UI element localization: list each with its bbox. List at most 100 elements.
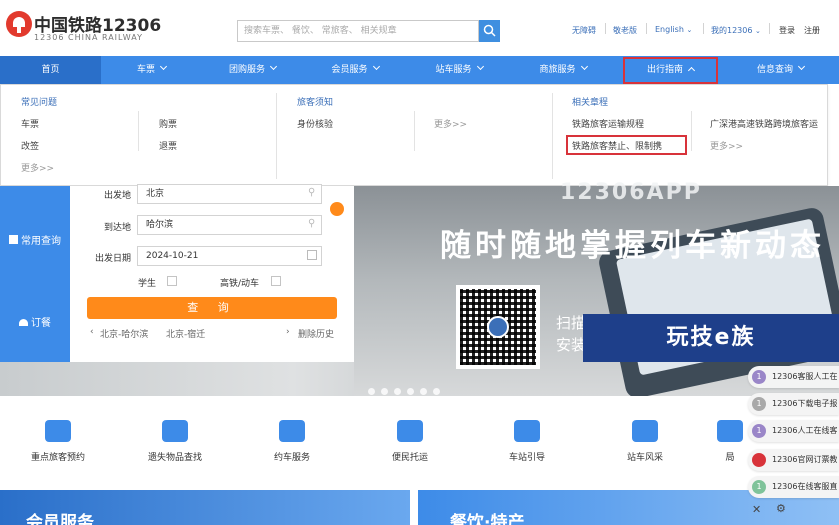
building-icon xyxy=(632,420,658,442)
language-select[interactable]: English ⌄ xyxy=(655,25,692,34)
notification-text: 12306人工在线客 xyxy=(772,426,837,435)
dropdown-item[interactable]: 铁路旅客运输规程 xyxy=(572,117,644,130)
chevron-down-icon xyxy=(580,62,588,71)
nav-item-station[interactable]: 站车服务 xyxy=(407,56,511,84)
nav-item-label: 会员服务 xyxy=(331,65,368,75)
from-label: 出发地 xyxy=(103,191,131,201)
sidebar-item-common-query[interactable]: 常用查询 xyxy=(0,232,70,247)
notification-item[interactable]: 1 12306下载电子报 xyxy=(748,393,839,415)
nav-item-member[interactable]: 会员服务 xyxy=(303,56,407,84)
divider xyxy=(691,111,692,151)
close-icon[interactable]: ✕ xyxy=(752,503,761,516)
nav-item-label: 站车服务 xyxy=(435,65,472,75)
sidebar-item-label: 订餐 xyxy=(31,318,51,329)
divider xyxy=(605,23,606,34)
to-station-value: 哈尔滨 xyxy=(146,220,174,230)
query-button[interactable]: 查 询 xyxy=(87,297,337,319)
to-station-input[interactable]: 哈尔滨 xyxy=(137,215,322,235)
notification-item[interactable]: 1 12306客服人工在 xyxy=(748,366,839,388)
nav-item-tickets[interactable]: 车票 xyxy=(101,56,202,84)
notification-item[interactable]: 1 12306在线客服直 xyxy=(748,476,839,498)
history-item[interactable]: 北京-哈尔滨 xyxy=(100,327,148,340)
from-station-input[interactable]: 北京 xyxy=(137,184,322,204)
calendar-icon[interactable] xyxy=(307,250,317,260)
chevron-right-icon[interactable]: › xyxy=(286,327,290,337)
nav-item-group[interactable]: 团购服务 xyxy=(202,56,303,84)
dropdown-more-link[interactable]: 更多>> xyxy=(434,117,467,130)
service-label: 站车风采 xyxy=(626,453,663,463)
notification-item[interactable]: 1 12306人工在线客 xyxy=(748,420,839,442)
my-12306-label: 我的12306 xyxy=(711,26,753,35)
banner-app-title: 12306APP xyxy=(560,180,702,205)
dropdown-more-link[interactable]: 更多>> xyxy=(710,139,743,152)
gear-icon[interactable]: ⚙ xyxy=(776,502,786,515)
carousel-dot[interactable] xyxy=(420,388,427,395)
to-label: 到达地 xyxy=(103,223,131,233)
service-label: 便民托运 xyxy=(391,453,428,463)
service-shipping[interactable]: 便民托运 xyxy=(365,420,455,463)
location-pin-icon: ⚲ xyxy=(308,218,316,229)
nav-item-home[interactable]: 首页 xyxy=(0,56,101,84)
dropdown-item[interactable]: 购票 xyxy=(159,117,177,130)
banner-slogan: 随时随地掌握列车新动态 xyxy=(440,228,825,264)
record-icon xyxy=(752,453,766,467)
carousel-dot[interactable] xyxy=(368,388,375,395)
divider xyxy=(138,111,139,151)
divider xyxy=(414,111,415,151)
swap-stations-icon[interactable] xyxy=(330,202,344,216)
banner-install-text: 安装 xyxy=(556,336,587,354)
sidebar-item-label: 常用查询 xyxy=(21,236,61,247)
chevron-down-icon xyxy=(269,62,278,71)
highspeed-checkbox[interactable] xyxy=(271,276,281,286)
calendar-icon xyxy=(9,235,18,244)
car-icon xyxy=(279,420,305,442)
divider xyxy=(769,23,770,34)
search-button[interactable] xyxy=(479,20,500,42)
notification-text: 12306官网订票教 xyxy=(772,455,837,464)
service-station-guide[interactable]: 车站引导 xyxy=(482,420,572,463)
card-title: 会员服务 xyxy=(26,513,94,525)
nav-item-label: 商旅服务 xyxy=(539,65,576,75)
chevron-down-icon xyxy=(159,62,168,71)
search-input[interactable]: 搜索车票、 餐饮、 常旅客、 相关规章 xyxy=(237,20,479,42)
from-station-value: 北京 xyxy=(146,189,165,199)
dropdown-more-link[interactable]: 更多>> xyxy=(21,161,54,174)
dropdown-item[interactable]: 身份核验 xyxy=(297,117,333,130)
notification-badge: 1 xyxy=(752,424,766,438)
departure-date-input[interactable]: 2024-10-21 xyxy=(137,246,322,266)
service-car-booking[interactable]: 约车服务 xyxy=(247,420,337,463)
notification-item[interactable]: 12306官网订票教 xyxy=(748,449,839,471)
elder-mode-link[interactable]: 敬老版 xyxy=(613,25,637,36)
carousel-dot[interactable] xyxy=(433,388,440,395)
railway-logo-icon[interactable] xyxy=(6,11,32,37)
qr-logo-icon xyxy=(487,316,509,338)
meal-icon xyxy=(19,319,28,326)
dropdown-item[interactable]: 改签 xyxy=(21,139,39,152)
carousel-dot[interactable] xyxy=(407,388,414,395)
history-item[interactable]: 北京-宿迁 xyxy=(166,327,205,340)
accessibility-link[interactable]: 无障碍 xyxy=(572,25,596,36)
service-station-style[interactable]: 站车风采 xyxy=(600,420,690,463)
service-key-passenger[interactable]: 重点旅客预约 xyxy=(13,420,103,463)
sidebar-item-meal[interactable]: 订餐 xyxy=(0,314,70,329)
student-label: 学生 xyxy=(138,279,157,289)
chevron-left-icon[interactable]: ‹ xyxy=(90,327,94,337)
chevron-down-icon: ⌄ xyxy=(686,26,693,34)
student-checkbox[interactable] xyxy=(167,276,177,286)
notification-badge: 1 xyxy=(752,397,766,411)
dropdown-item[interactable]: 退票 xyxy=(159,139,177,152)
carousel-dot[interactable] xyxy=(394,388,401,395)
highspeed-label: 高铁/动车 xyxy=(220,279,260,289)
nav-item-business[interactable]: 商旅服务 xyxy=(511,56,615,84)
register-link[interactable]: 注册 xyxy=(804,25,820,36)
dropdown-item[interactable]: 车票 xyxy=(21,117,39,130)
carousel-dot[interactable] xyxy=(381,388,388,395)
clear-history-link[interactable]: 删除历史 xyxy=(298,327,334,340)
member-service-card[interactable]: 会员服务 xyxy=(0,490,410,525)
service-lost-found[interactable]: 遗失物品查找 xyxy=(130,420,220,463)
login-link[interactable]: 登录 xyxy=(779,25,795,36)
my-12306-menu[interactable]: 我的12306 ⌄ xyxy=(711,25,761,36)
nav-item-info-query[interactable]: 信息查询 xyxy=(722,56,839,84)
chevron-down-icon xyxy=(797,62,806,71)
dropdown-item[interactable]: 广深港高速铁路跨境旅客运 xyxy=(710,117,827,130)
